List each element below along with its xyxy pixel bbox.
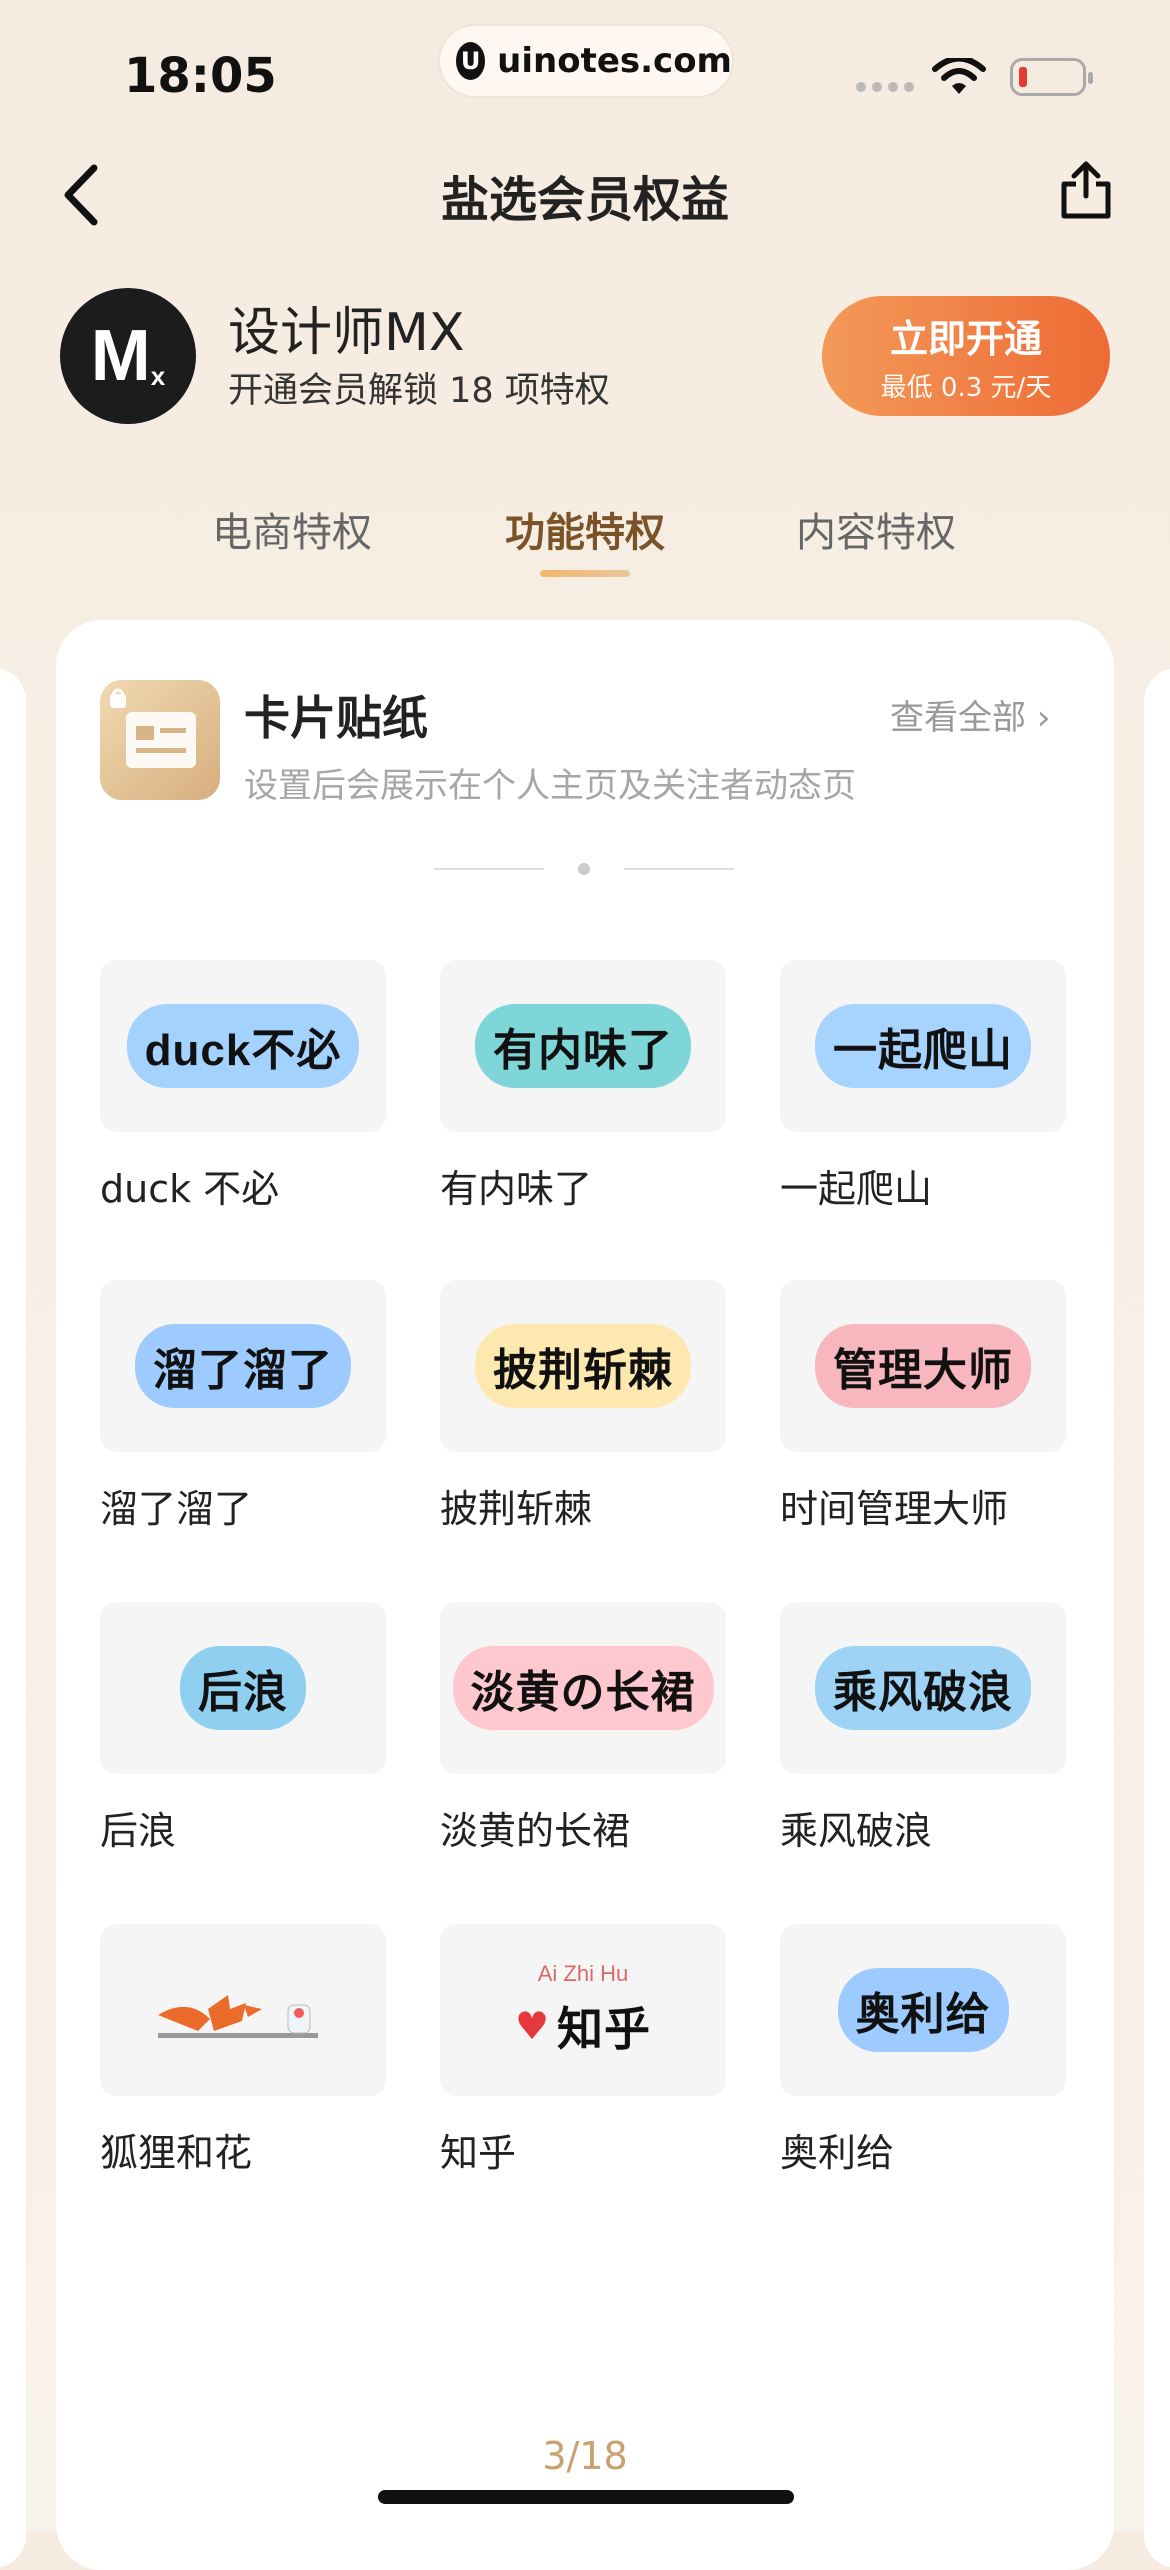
url-text: uinotes.com bbox=[497, 41, 732, 81]
tab-content[interactable]: 内容特权 bbox=[756, 500, 996, 558]
sticker-thumb: 后浪 bbox=[100, 1602, 386, 1774]
sticker-label: 披荆斩棘 bbox=[440, 1487, 593, 1531]
sticker-art: 一起爬山 bbox=[815, 1004, 1031, 1088]
sticker-thumb: 有内味了 bbox=[440, 960, 726, 1132]
sticker-item[interactable]: 一起爬山 一起爬山 bbox=[780, 960, 1068, 1213]
user-name: 设计师MX bbox=[228, 303, 465, 363]
sticker-label: 时间管理大师 bbox=[780, 1487, 1009, 1531]
site-logo-icon: U bbox=[456, 42, 486, 80]
sticker-thumb: 披荆斩棘 bbox=[440, 1280, 726, 1452]
sticker-label: 狐狸和花 bbox=[100, 2131, 253, 2175]
sticker-label: 后浪 bbox=[100, 1809, 177, 1853]
membership-hint: 开通会员解锁 18 项特权 bbox=[228, 371, 610, 411]
sticker-art: 披荆斩棘 bbox=[475, 1324, 691, 1408]
sticker-item[interactable]: 乘风破浪 乘风破浪 bbox=[780, 1602, 1068, 1855]
feature-title: 卡片贴纸 bbox=[244, 691, 428, 745]
sticker-thumb: 溜了溜了 bbox=[100, 1280, 386, 1452]
sticker-thumb: duck不必 bbox=[100, 960, 386, 1132]
wifi-icon bbox=[932, 58, 986, 94]
open-membership-label: 立即开通 bbox=[889, 317, 1042, 361]
sticker-thumb: 一起爬山 bbox=[780, 960, 1066, 1132]
cellular-signal-icon bbox=[856, 82, 914, 92]
sticker-thumb: 乘风破浪 bbox=[780, 1602, 1066, 1774]
sticker-item[interactable]: 狐狸和花 bbox=[100, 1924, 388, 2177]
tab-function[interactable]: 功能特权 bbox=[465, 500, 705, 558]
next-card-peek[interactable] bbox=[1144, 668, 1170, 2568]
sticker-item[interactable]: 后浪 后浪 bbox=[100, 1602, 388, 1855]
sticker-card-icon bbox=[100, 680, 220, 800]
prev-card-peek[interactable] bbox=[0, 668, 26, 2568]
sticker-item[interactable]: 奥利给 奥利给 bbox=[780, 1924, 1068, 2177]
status-time: 18:05 bbox=[124, 48, 277, 104]
home-indicator[interactable] bbox=[378, 2490, 794, 2504]
heart-icon: ♥ bbox=[514, 2004, 550, 2048]
avatar-sub: x bbox=[150, 360, 166, 391]
sticker-art: 知乎 bbox=[557, 2002, 652, 2056]
sticker-label: 知乎 bbox=[440, 2131, 517, 2175]
sticker-item[interactable]: duck不必 duck 不必 bbox=[100, 960, 388, 1213]
sticker-label: 有内味了 bbox=[440, 1167, 593, 1211]
sticker-label: 一起爬山 bbox=[780, 1167, 933, 1211]
chevron-right-icon: › bbox=[1036, 698, 1051, 738]
avatar-letter: M bbox=[90, 316, 151, 396]
url-pill[interactable]: U uinotes.com bbox=[440, 26, 732, 96]
sticker-art: 有内味了 bbox=[475, 1004, 691, 1088]
feature-card bbox=[56, 620, 1114, 2570]
feature-description: 设置后会展示在个人主页及关注者动态页 bbox=[244, 766, 856, 806]
view-all-link[interactable]: 查看全部 › bbox=[890, 690, 1050, 739]
sticker-label: 乘风破浪 bbox=[780, 1809, 933, 1853]
carousel-indicator bbox=[434, 863, 734, 875]
sticker-item[interactable]: Ai Zhi Hu ♥ 知乎 知乎 bbox=[440, 1924, 728, 2177]
sticker-art: 管理大师 bbox=[815, 1324, 1031, 1408]
active-tab-indicator bbox=[540, 570, 630, 577]
sticker-label: 溜了溜了 bbox=[100, 1487, 253, 1531]
open-membership-button[interactable]: 立即开通 最低 0.3 元/天 bbox=[822, 296, 1110, 416]
sticker-art: 奥利给 bbox=[837, 1968, 1009, 2052]
sticker-thumb: Ai Zhi Hu ♥ 知乎 bbox=[440, 1924, 726, 2096]
sticker-thumb: 管理大师 bbox=[780, 1280, 1066, 1452]
tab-ecommerce[interactable]: 电商特权 bbox=[172, 500, 412, 558]
sticker-item[interactable]: 管理大师 时间管理大师 bbox=[780, 1280, 1068, 1533]
sticker-label: duck 不必 bbox=[100, 1167, 280, 1211]
sticker-art: 溜了溜了 bbox=[135, 1324, 351, 1408]
sticker-art: 淡黄の长裙 bbox=[452, 1646, 714, 1730]
sticker-label: 奥利给 bbox=[780, 2131, 895, 2175]
open-membership-price: 最低 0.3 元/天 bbox=[880, 373, 1052, 403]
avatar[interactable]: Mx bbox=[60, 288, 196, 424]
sticker-thumb: 淡黄の长裙 bbox=[440, 1602, 726, 1774]
sticker-thumb bbox=[100, 1924, 386, 2096]
sticker-art: 乘风破浪 bbox=[815, 1646, 1031, 1730]
zhihu-subtext: Ai Zhi Hu bbox=[537, 1961, 629, 1986]
sticker-label: 淡黄的长裙 bbox=[440, 1809, 631, 1853]
sticker-art: 后浪 bbox=[180, 1646, 306, 1730]
sticker-item[interactable]: 披荆斩棘 披荆斩棘 bbox=[440, 1280, 728, 1533]
sticker-thumb: 奥利给 bbox=[780, 1924, 1066, 2096]
duck-sticker-art: duck不必 bbox=[126, 1004, 360, 1088]
page-indicator: 3/18 bbox=[542, 2434, 628, 2478]
sticker-item[interactable]: 有内味了 有内味了 bbox=[440, 960, 728, 1213]
battery-icon bbox=[1010, 58, 1093, 96]
view-all-label: 查看全部 bbox=[890, 698, 1026, 738]
sticker-item[interactable]: 溜了溜了 溜了溜了 bbox=[100, 1280, 388, 1533]
share-icon[interactable] bbox=[1056, 160, 1116, 220]
page-title: 盐选会员权益 bbox=[440, 172, 729, 228]
sticker-item[interactable]: 淡黄の长裙 淡黄的长裙 bbox=[440, 1602, 728, 1855]
fox-flower-icon bbox=[158, 1995, 318, 2038]
